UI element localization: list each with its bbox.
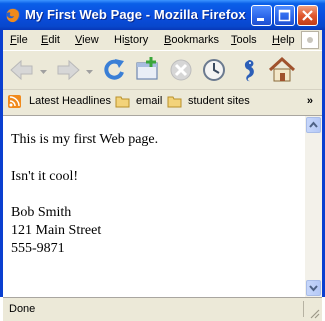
chevron-down-icon <box>309 285 318 292</box>
folder-icon <box>115 96 130 108</box>
forward-icon[interactable] <box>53 55 83 85</box>
window-title: My First Web Page - Mozilla Firefox <box>25 7 246 22</box>
bookmarks-overflow-chevron[interactable]: » <box>307 95 313 107</box>
close-button[interactable] <box>297 5 318 26</box>
chevron-up-icon <box>309 121 318 128</box>
back-icon[interactable] <box>7 55 37 85</box>
home-icon[interactable] <box>267 55 297 85</box>
address-phone: 555-9871 <box>11 241 65 256</box>
activity-throbber <box>301 31 319 49</box>
rss-icon <box>8 95 21 108</box>
page-line-1: This is my first Web page. <box>11 132 159 147</box>
back-dropdown-icon[interactable] <box>40 70 47 75</box>
status-bar: Done <box>3 297 322 321</box>
resize-grip-icon[interactable] <box>308 307 320 319</box>
scroll-up-button[interactable] <box>306 117 321 133</box>
menu-help[interactable]: Help <box>272 34 295 46</box>
stop-icon[interactable] <box>166 55 196 85</box>
new-tab-icon[interactable] <box>133 55 163 85</box>
menu-bookmarks[interactable]: Bookmarks <box>164 34 219 46</box>
menu-tools[interactable]: Tools <box>231 34 257 46</box>
page-line-2: Isn't it cool! <box>11 169 79 184</box>
bookmark-latest-headlines[interactable]: Latest Headlines <box>29 95 111 107</box>
folder-icon <box>167 96 182 108</box>
browser-window: My First Web Page - Mozilla Firefox File… <box>0 0 325 321</box>
firefox-icon <box>6 8 20 23</box>
menu-bar: File Edit View History Bookmarks Tools H… <box>3 30 322 50</box>
seahorse-icon[interactable] <box>235 55 265 85</box>
history-icon[interactable] <box>199 55 229 85</box>
menu-file[interactable]: File <box>10 34 28 46</box>
address-name: Bob Smith <box>11 205 72 220</box>
forward-dropdown-icon[interactable] <box>86 70 93 75</box>
reload-icon[interactable] <box>99 55 129 85</box>
navigation-toolbar <box>3 50 322 90</box>
scroll-down-button[interactable] <box>306 280 321 296</box>
bookmarks-toolbar: Latest Headlines email student sites » <box>3 89 322 115</box>
throbber-icon <box>307 37 313 43</box>
menu-edit[interactable]: Edit <box>41 34 60 46</box>
bookmark-email[interactable]: email <box>136 95 162 107</box>
address-street: 121 Main Street <box>11 223 102 238</box>
browser-frame: File Edit View History Bookmarks Tools H… <box>3 30 322 321</box>
bookmark-student-sites[interactable]: student sites <box>188 95 250 107</box>
status-separator <box>303 301 304 317</box>
status-text: Done <box>9 303 36 315</box>
address-block: Bob Smith 121 Main Street 555-9871 <box>11 204 101 258</box>
maximize-button[interactable] <box>274 5 295 26</box>
menu-history[interactable]: History <box>114 34 148 46</box>
minimize-button[interactable] <box>251 5 272 26</box>
page-viewport: This is my first Web page. Isn't it cool… <box>3 115 305 297</box>
title-bar[interactable]: My First Web Page - Mozilla Firefox <box>0 0 325 30</box>
maximize-icon <box>278 9 291 22</box>
minimize-icon <box>257 18 264 21</box>
menu-view[interactable]: View <box>75 34 99 46</box>
close-icon <box>302 10 313 21</box>
vertical-scrollbar[interactable] <box>305 115 322 297</box>
